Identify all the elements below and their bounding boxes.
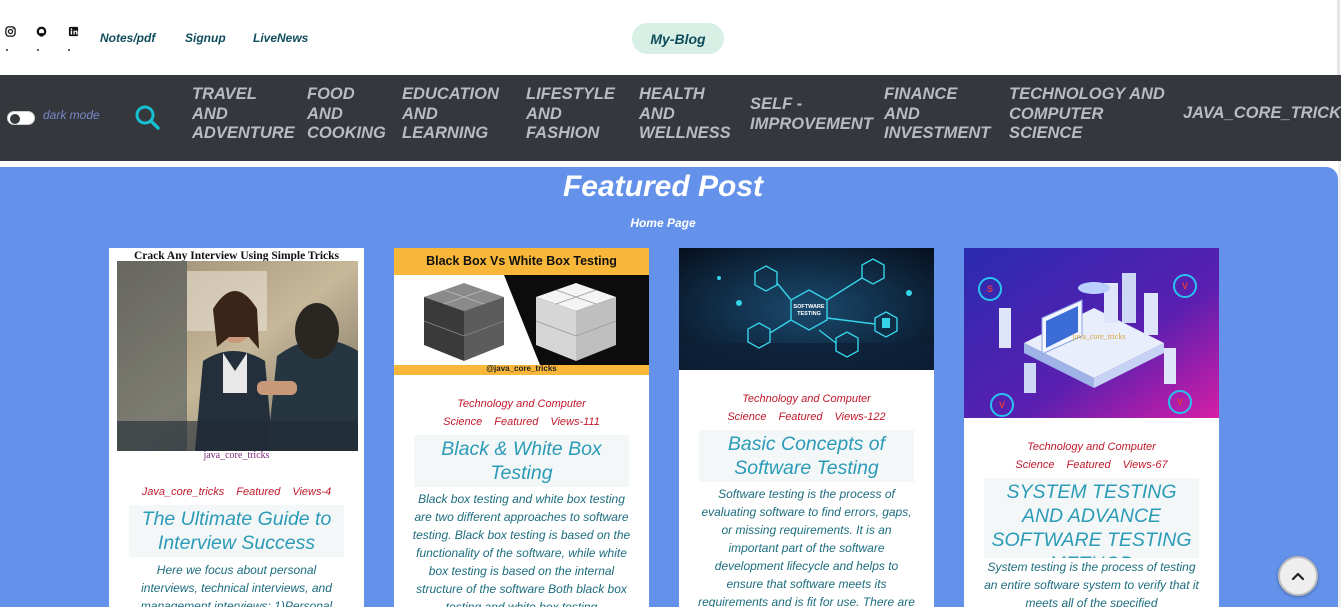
dot-decoration xyxy=(6,49,8,51)
post-views-count: Views-67 xyxy=(1122,459,1168,471)
nav-item-line: COOKING xyxy=(307,124,386,142)
post-meta: Technology and Computer Science Featured V… xyxy=(679,390,934,426)
post-excerpt: Software testing is the process of evalu… xyxy=(697,485,916,607)
nav-item-line: AND xyxy=(192,104,228,123)
post-thumbnail[interactable]: Crack Any Interview Using Simple Tricks … xyxy=(109,248,364,473)
post-featured-tag[interactable]: Featured xyxy=(236,486,280,498)
dot-decoration xyxy=(68,49,70,51)
nav-item-line: SCIENCE xyxy=(1009,124,1083,142)
brand-logo[interactable]: My-Blog xyxy=(632,23,724,54)
nav-item-line: AND xyxy=(884,104,920,123)
scrollbar-track xyxy=(1337,0,1340,75)
svg-text:V: V xyxy=(1177,397,1183,407)
nav-item-java-core-tricks[interactable]: JAVA_CORE_TRICKS xyxy=(1183,104,1341,124)
post-excerpt: System testing is the process of testing… xyxy=(982,558,1201,607)
post-category-link[interactable]: Technology and Computer xyxy=(1027,441,1156,453)
svg-text:V: V xyxy=(999,400,1005,410)
interview-photo xyxy=(117,261,358,451)
nav-item-line: TECHNOLOGY AND xyxy=(1009,85,1165,103)
nav-item-line: IMPROVEMENT xyxy=(750,114,873,133)
post-category-link[interactable]: Technology and Computer xyxy=(742,393,871,405)
nav-item-line: LEARNING xyxy=(402,124,489,142)
nav-item-finance[interactable]: FINANCE AND INVESTMENT xyxy=(884,85,990,144)
post-category-link[interactable]: Science xyxy=(1015,459,1054,471)
black-white-cube-graphic xyxy=(394,275,649,375)
dot-decoration xyxy=(37,49,39,51)
nav-item-line: FASHION xyxy=(526,124,600,142)
breadcrumb-home-link[interactable]: Home Page xyxy=(0,216,1326,230)
nav-item-line: LIFESTYLE xyxy=(526,85,615,103)
post-excerpt: Black box testing and white box testing … xyxy=(412,490,631,607)
post-card[interactable]: Black Box Vs White Box Testing @java_cor… xyxy=(394,248,649,607)
thumbnail-watermark: @java_core_tricks xyxy=(486,364,557,373)
nav-item-line: ADVENTURE xyxy=(192,124,295,142)
nav-item-line: AND xyxy=(526,104,562,123)
nav-item-travel[interactable]: TRAVEL AND ADVENTURE xyxy=(192,85,295,144)
nav-item-line: FINANCE xyxy=(884,85,958,103)
instagram-icon[interactable] xyxy=(4,25,16,37)
post-thumbnail[interactable]: SOFTWARE TESTING xyxy=(679,248,934,370)
post-meta: Technology and Computer Science Featured V… xyxy=(964,438,1219,474)
post-meta: Technology and Computer Science Featured V… xyxy=(394,395,649,431)
post-featured-tag[interactable]: Featured xyxy=(1067,459,1111,471)
livenews-link[interactable]: LiveNews xyxy=(253,31,308,45)
featured-title: Featured Post xyxy=(562,170,764,203)
post-title-link[interactable]: Basic Concepts of Software Testing xyxy=(699,430,914,482)
thumbnail-watermark: java_core_tricks xyxy=(203,450,270,461)
post-card[interactable]: Crack Any Interview Using Simple Tricks … xyxy=(109,248,364,607)
thumbnail-watermark: java_core_tricks xyxy=(1072,332,1126,341)
nav-item-line: AND xyxy=(639,104,675,123)
post-thumbnail[interactable]: S V V V java_core_tricks xyxy=(964,248,1219,418)
nav-item-line: INVESTMENT xyxy=(884,124,991,142)
nav-item-line: JAVA_CORE_TRICKS xyxy=(1183,104,1341,122)
dark-mode-toggle[interactable] xyxy=(7,111,35,125)
back-to-top-button[interactable] xyxy=(1278,556,1318,596)
post-views-count: Views-122 xyxy=(834,411,886,423)
post-views-count: Views-111 xyxy=(550,416,600,428)
nav-item-self-improvement[interactable]: SELF - IMPROVEMENT xyxy=(750,95,873,134)
nav-item-line: AND xyxy=(402,104,438,123)
svg-text:V: V xyxy=(1182,281,1188,291)
signup-link[interactable]: Signup xyxy=(185,31,226,45)
nav-item-line: HEALTH xyxy=(639,85,705,103)
thumbnail-caption: SOFTWARE TESTING xyxy=(793,304,825,317)
nav-item-line: TRAVEL xyxy=(192,85,257,103)
post-category-link[interactable]: Technology and Computer xyxy=(457,398,586,410)
nav-item-line: SELF - xyxy=(750,95,803,113)
post-thumbnail[interactable]: Black Box Vs White Box Testing @java_cor… xyxy=(394,248,649,375)
thumbnail-caption: Black Box Vs White Box Testing xyxy=(394,248,649,275)
nav-item-line: WELLNESS xyxy=(639,124,731,142)
svg-text:S: S xyxy=(987,284,993,294)
post-featured-tag[interactable]: Featured xyxy=(778,411,822,423)
post-category-link[interactable]: Science xyxy=(443,416,482,428)
nav-item-line: COMPUTER xyxy=(1009,104,1104,123)
nav-item-line: FOOD xyxy=(307,85,355,103)
post-card[interactable]: SOFTWARE TESTING Technology and Computer… xyxy=(679,248,934,607)
post-excerpt: Here we focus about personal interviews,… xyxy=(127,561,346,607)
post-views-count: Views-4 xyxy=(292,486,332,498)
post-category-link[interactable]: Science xyxy=(727,411,766,423)
github-icon[interactable] xyxy=(35,25,47,37)
nav-item-line: AND xyxy=(307,104,343,123)
post-card[interactable]: S V V V java_core_tricks Technology and Com… xyxy=(964,248,1219,607)
notes-pdf-link[interactable]: Notes/pdf xyxy=(100,31,155,45)
dark-mode-label: dark mode xyxy=(43,108,100,122)
nav-item-technology[interactable]: TECHNOLOGY AND COMPUTER SCIENCE xyxy=(1009,85,1165,144)
search-icon[interactable] xyxy=(133,103,161,131)
post-category-link[interactable]: Java_core_tricks xyxy=(142,486,225,498)
nav-item-food[interactable]: FOOD AND COOKING xyxy=(307,85,386,144)
nav-item-lifestyle[interactable]: LIFESTYLE AND FASHION xyxy=(526,85,615,144)
post-featured-tag[interactable]: Featured xyxy=(494,416,538,428)
toggle-knob xyxy=(10,114,20,124)
post-meta: Java_core_tricks Featured Views-4 xyxy=(109,483,364,501)
nav-item-health[interactable]: HEALTH AND WELLNESS xyxy=(639,85,731,144)
linkedin-icon[interactable] xyxy=(67,25,79,37)
post-title-link[interactable]: Black & White Box Testing xyxy=(414,435,629,487)
nav-item-line: EDUCATION xyxy=(402,85,499,103)
post-title-link[interactable]: The Ultimate Guide to Interview Success xyxy=(129,505,344,557)
chevron-up-icon xyxy=(1291,572,1305,581)
nav-item-education[interactable]: EDUCATION AND LEARNING xyxy=(402,85,499,144)
